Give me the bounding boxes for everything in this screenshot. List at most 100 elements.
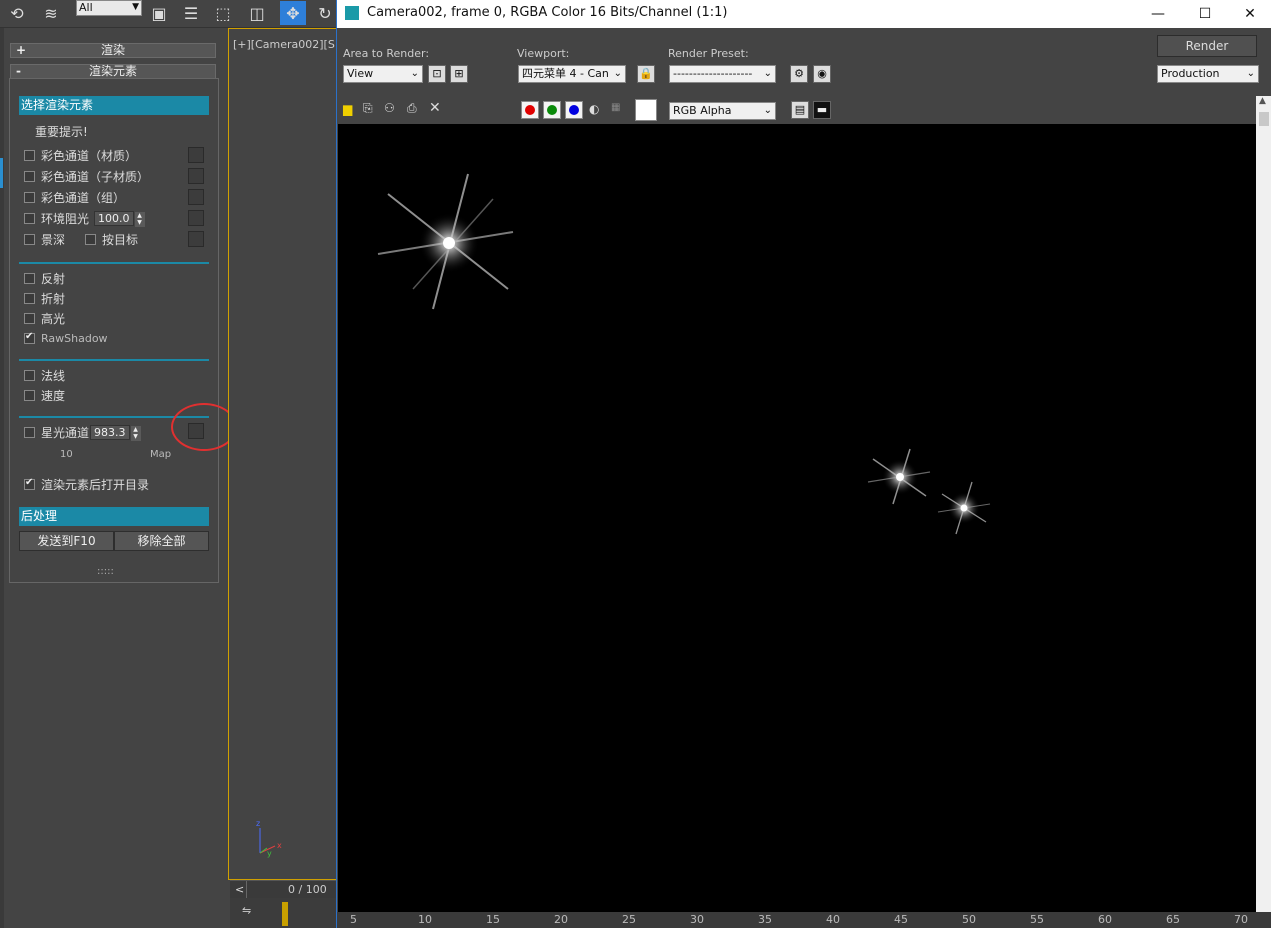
element-row-rawshadow[interactable]: RawShadow xyxy=(24,330,108,346)
element-row-color-material[interactable]: 彩色通道（材质） xyxy=(24,147,137,163)
open-folder-row[interactable]: 渲染元素后打开目录 xyxy=(24,476,149,492)
auto-region-icon[interactable]: ⊞ xyxy=(450,65,468,83)
render-preset-dropdown[interactable]: -------------------- ⌄ xyxy=(669,65,776,83)
starlight-spinner[interactable]: 983.3 ▲ ▼ xyxy=(90,424,141,441)
link-icon[interactable]: ⟲ xyxy=(4,1,30,25)
spinner-arrows-icon[interactable]: ▲ ▼ xyxy=(134,211,145,227)
toggle-ui-overlay-icon[interactable]: ▤ xyxy=(791,101,809,119)
divider xyxy=(19,359,209,361)
camera-viewport[interactable] xyxy=(228,28,338,880)
checkbox[interactable] xyxy=(24,191,35,203)
rollout-elements-header[interactable]: - 渲染元素 xyxy=(10,64,216,79)
ruler-tick: 40 xyxy=(826,913,840,926)
print-image-icon[interactable]: ⎙ xyxy=(407,101,417,116)
element-row-velocity[interactable]: 速度 xyxy=(24,387,65,403)
channel-display-dropdown[interactable]: RGB Alpha ⌄ xyxy=(669,102,776,120)
element-row-starlight[interactable]: 星光通道 983.3 ▲ ▼ xyxy=(24,424,141,441)
checkbox[interactable] xyxy=(24,233,35,245)
prev-frame-button[interactable]: < xyxy=(235,883,244,896)
rect-selection-icon[interactable]: ⬚ xyxy=(210,1,236,25)
frame-counter: 0 / 100 xyxy=(288,883,327,896)
clone-window-icon[interactable]: ⚇ xyxy=(384,101,395,115)
lock-icon[interactable]: 🔒 xyxy=(637,65,655,83)
ao-spinner[interactable]: 100.0 ▲ ▼ xyxy=(94,210,145,227)
map-button[interactable] xyxy=(188,147,204,163)
element-label: RawShadow xyxy=(41,331,108,345)
render-setup-icon[interactable]: ⚙ xyxy=(790,65,808,83)
section-post-process: 后处理 xyxy=(19,507,209,526)
map-button[interactable] xyxy=(188,189,204,205)
element-row-normal[interactable]: 法线 xyxy=(24,367,65,383)
element-row-refract[interactable]: 折射 xyxy=(24,290,65,306)
scroll-up-icon[interactable]: ▲ xyxy=(1259,96,1266,106)
element-label: 景深 xyxy=(41,232,66,247)
spinner-arrows-icon[interactable]: ▲ ▼ xyxy=(130,425,141,441)
track-bar-icon[interactable]: ⇋ xyxy=(242,904,251,917)
save-image-icon[interactable]: ▆ xyxy=(343,102,352,116)
map-button[interactable] xyxy=(188,231,204,247)
element-row-dof[interactable]: 景深 按目标 xyxy=(24,231,138,247)
copy-image-icon[interactable]: ⎘ xyxy=(363,101,373,116)
window-titlebar[interactable]: Camera002, frame 0, RGBA Color 16 Bits/C… xyxy=(337,0,1271,28)
window-crossing-icon[interactable]: ◫ xyxy=(244,1,270,25)
checkbox[interactable] xyxy=(24,389,35,401)
alpha-toggle-icon[interactable]: ◐ xyxy=(589,102,599,116)
production-dropdown[interactable]: Production ⌄ xyxy=(1157,65,1259,83)
scroll-thumb[interactable] xyxy=(1259,112,1269,126)
time-cursor[interactable] xyxy=(282,902,288,926)
checkbox[interactable] xyxy=(24,149,35,161)
close-button[interactable]: ✕ xyxy=(1227,2,1271,26)
active-marker xyxy=(0,158,3,188)
environment-icon[interactable]: ◉ xyxy=(813,65,831,83)
checkbox[interactable] xyxy=(24,292,35,304)
rollout-render-header[interactable]: + 渲染 xyxy=(10,43,216,58)
bind-spacewarp-icon[interactable]: ≋ xyxy=(38,1,64,25)
remove-all-button[interactable]: 移除全部 xyxy=(114,531,209,551)
element-row-color-submaterial[interactable]: 彩色通道（子材质） xyxy=(24,168,149,184)
render-button[interactable]: Render xyxy=(1157,35,1257,57)
checkbox[interactable] xyxy=(24,212,35,224)
color-swatch[interactable] xyxy=(635,99,657,121)
minimize-button[interactable]: — xyxy=(1135,2,1181,26)
move-icon[interactable]: ✥ xyxy=(280,1,306,25)
mono-toggle-icon[interactable]: ▦ xyxy=(611,102,620,113)
element-row-color-group[interactable]: 彩色通道（组） xyxy=(24,189,125,205)
checkbox[interactable] xyxy=(24,426,35,438)
star-medium xyxy=(867,448,931,505)
vertical-scrollbar[interactable]: ▲ xyxy=(1256,96,1271,912)
time-slider[interactable]: < 0 / 100 xyxy=(230,880,338,899)
red-channel-toggle[interactable] xyxy=(521,101,539,119)
checkbox[interactable] xyxy=(24,331,35,344)
checkbox[interactable] xyxy=(24,272,35,284)
toggle-ui-icon[interactable]: ▬ xyxy=(813,101,831,119)
checkbox[interactable] xyxy=(24,369,35,381)
element-row-specular[interactable]: 高光 xyxy=(24,310,65,326)
map-button[interactable] xyxy=(188,210,204,226)
send-to-f10-button[interactable]: 发送到F10 xyxy=(19,531,114,551)
viewport-dropdown[interactable]: 四元菜单 4 - Can ⌄ xyxy=(518,65,626,83)
element-row-ao[interactable]: 环境阻光 100.0 ▲ ▼ xyxy=(24,210,145,227)
target-checkbox[interactable] xyxy=(85,233,97,245)
checkbox[interactable] xyxy=(24,312,35,324)
area-to-render-dropdown[interactable]: View ⌄ xyxy=(343,65,423,83)
select-by-name-icon[interactable]: ☰ xyxy=(178,1,204,25)
blue-channel-toggle[interactable] xyxy=(565,101,583,119)
viewport-label[interactable]: [+][Camera002][S xyxy=(233,38,335,51)
frame-ruler: 5 10 15 20 25 30 35 40 45 50 55 60 65 70 xyxy=(337,912,1271,928)
select-object-icon[interactable]: ▣ xyxy=(146,1,172,25)
rollout-grip[interactable]: ::::: xyxy=(97,563,114,579)
element-row-reflect[interactable]: 反射 xyxy=(24,270,65,286)
rotate-icon[interactable]: ↻ xyxy=(312,1,338,25)
map-button[interactable] xyxy=(188,168,204,184)
main-toolbar: ⟲ ≋ All ▼ ▣ ☰ ⬚ ◫ ✥ ↻ xyxy=(0,0,338,28)
track-bar[interactable]: ⇋ xyxy=(230,898,338,928)
selection-filter-dropdown[interactable]: All ▼ xyxy=(76,0,142,16)
edit-region-icon[interactable]: ⊡ xyxy=(428,65,446,83)
clear-icon[interactable]: ✕ xyxy=(429,100,441,116)
checkbox[interactable] xyxy=(24,477,35,490)
maximize-button[interactable]: ☐ xyxy=(1182,2,1228,26)
ruler-tick: 15 xyxy=(486,913,500,926)
checkbox[interactable] xyxy=(24,170,35,182)
rendered-image[interactable] xyxy=(338,124,1256,912)
green-channel-toggle[interactable] xyxy=(543,101,561,119)
